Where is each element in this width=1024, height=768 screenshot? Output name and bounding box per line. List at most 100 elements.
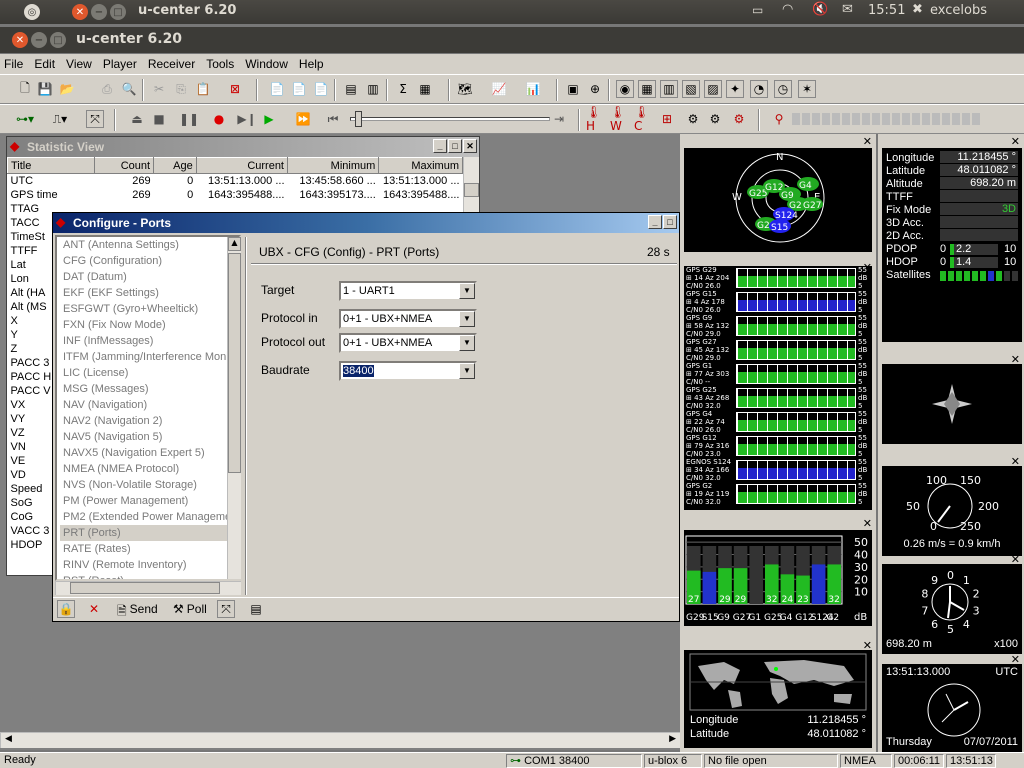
- list-item[interactable]: RINV (Remote Inventory): [60, 557, 239, 573]
- list-vscroll[interactable]: ▲: [227, 237, 241, 579]
- mdi-hscroll[interactable]: ◀ ▶: [0, 732, 680, 748]
- menu-edit[interactable]: Edit: [34, 57, 55, 71]
- menu-window[interactable]: Window: [245, 57, 288, 71]
- layout-icon[interactable]: ▤: [342, 80, 360, 98]
- clear-icon[interactable]: ⊠: [226, 80, 244, 98]
- column-header[interactable]: Age: [153, 157, 197, 174]
- close-icon[interactable]: ✕: [863, 517, 872, 530]
- list-item[interactable]: DAT (Datum): [60, 269, 239, 285]
- star-view-icon[interactable]: ✶: [798, 80, 816, 98]
- list-item[interactable]: ANT (Antenna Settings): [60, 237, 239, 253]
- column-header[interactable]: Title: [7, 157, 96, 174]
- close-icon[interactable]: ✕: [72, 4, 88, 20]
- gear3-icon[interactable]: ⚙: [730, 110, 748, 128]
- save-icon[interactable]: 💾: [36, 80, 54, 98]
- stop-icon[interactable]: ■: [150, 110, 168, 128]
- list-item[interactable]: MSG (Messages): [60, 381, 239, 397]
- dop-view-icon[interactable]: ▨: [704, 80, 722, 98]
- column-header[interactable]: Count: [94, 157, 155, 174]
- list-item[interactable]: NMEA (NMEA Protocol): [60, 461, 239, 477]
- app-close-icon[interactable]: ✕: [12, 32, 28, 48]
- pause-icon[interactable]: ❚❚: [179, 110, 199, 128]
- rewind-start-icon[interactable]: ⏮: [324, 110, 342, 128]
- layout2-icon[interactable]: ▥: [364, 80, 382, 98]
- copy-icon[interactable]: ⎘: [172, 80, 190, 98]
- print-icon[interactable]: ⎙: [98, 80, 116, 98]
- skip-end-icon[interactable]: ⇥: [550, 110, 568, 128]
- doc2-icon[interactable]: 📄: [290, 80, 308, 98]
- list-item[interactable]: NAV5 (Navigation 5): [60, 429, 239, 445]
- baudrate-select[interactable]: 38400 ▼: [339, 361, 477, 381]
- status-port[interactable]: ⊶ COM1 38400: [506, 754, 642, 768]
- menu-view[interactable]: View: [66, 57, 92, 71]
- list-item[interactable]: EKF (EKF Settings): [60, 285, 239, 301]
- warm-start-icon[interactable]: 🌡W: [610, 105, 628, 133]
- close-icon[interactable]: ✕: [863, 135, 872, 148]
- maximize-icon[interactable]: □: [110, 4, 126, 20]
- menu-help[interactable]: Help: [299, 57, 324, 71]
- volume-icon[interactable]: 🔇: [812, 2, 828, 17]
- bar-chart-icon[interactable]: 📊: [524, 80, 542, 98]
- splitter[interactable]: [245, 237, 247, 595]
- column-header[interactable]: Current: [195, 157, 289, 174]
- minimize-icon[interactable]: −: [91, 4, 107, 20]
- list-item[interactable]: PM2 (Extended Power Management): [60, 509, 239, 525]
- send-button[interactable]: 🗎 Send: [117, 602, 158, 623]
- list-item[interactable]: ESFGWT (Gyro+Wheeltick): [60, 301, 239, 317]
- baudrate-icon[interactable]: ⎍▾: [46, 110, 74, 128]
- gear1-icon[interactable]: ⚙: [684, 110, 702, 128]
- step-icon[interactable]: ▶❙: [237, 110, 256, 128]
- lock-icon[interactable]: 🔒: [57, 600, 75, 618]
- cut-icon[interactable]: ✂: [150, 80, 168, 98]
- open-icon[interactable]: 📂: [58, 80, 76, 98]
- clock-view-icon[interactable]: ◷: [774, 80, 792, 98]
- app-maximize-icon[interactable]: □: [50, 32, 66, 48]
- antenna-icon[interactable]: ⚲: [770, 110, 788, 128]
- menu-tools[interactable]: Tools: [206, 57, 234, 71]
- column-header[interactable]: Minimum: [286, 157, 380, 174]
- list-item[interactable]: RATE (Rates): [60, 541, 239, 557]
- sum-icon[interactable]: Σ: [394, 80, 412, 98]
- line-chart-icon[interactable]: 📈: [490, 80, 508, 98]
- cold-start-icon[interactable]: 🌡C: [634, 105, 652, 133]
- table-icon[interactable]: ▦: [416, 80, 434, 98]
- table-view-icon[interactable]: ▦: [638, 80, 656, 98]
- fast-forward-icon[interactable]: ⏩: [294, 110, 312, 128]
- clock[interactable]: 15:51: [868, 3, 905, 18]
- list-item[interactable]: CFG (Configuration): [60, 253, 239, 269]
- slider-thumb[interactable]: [355, 111, 362, 127]
- list-item[interactable]: NVS (Non-Volatile Storage): [60, 477, 239, 493]
- chart-view-icon[interactable]: ▥: [660, 80, 678, 98]
- paste-icon[interactable]: 📋: [194, 80, 212, 98]
- statistic-view-titlebar[interactable]: ◆ Statistic View _ □ ✕: [7, 137, 479, 157]
- docs-icon[interactable]: ▤: [247, 600, 265, 618]
- list-item[interactable]: NAV2 (Navigation 2): [60, 413, 239, 429]
- record-icon[interactable]: ●: [210, 110, 228, 128]
- play-icon[interactable]: ▶: [260, 110, 278, 128]
- list-item[interactable]: PM (Power Management): [60, 493, 239, 509]
- configure-titlebar[interactable]: ◆ Configure - Ports _ □: [53, 213, 679, 233]
- list-item[interactable]: FXN (Fix Now Mode): [60, 317, 239, 333]
- compass-view-icon[interactable]: ✦: [726, 80, 744, 98]
- app-minimize-icon[interactable]: −: [31, 32, 47, 48]
- user-name[interactable]: excelobs: [930, 3, 987, 18]
- list-item[interactable]: RST (Reset): [60, 573, 239, 579]
- list-item[interactable]: NAV (Navigation): [60, 397, 239, 413]
- monitor-icon[interactable]: ▣: [564, 80, 582, 98]
- advanced-icon[interactable]: ⤧: [217, 600, 235, 618]
- list-item[interactable]: PRT (Ports): [60, 525, 239, 541]
- autobaud-icon[interactable]: ⤧: [86, 110, 104, 128]
- close-icon[interactable]: ✕: [1011, 135, 1020, 148]
- doc3-icon[interactable]: 📄: [312, 80, 330, 98]
- minimize-button[interactable]: _: [433, 139, 447, 153]
- minimize-button[interactable]: _: [648, 215, 662, 229]
- menu-receiver[interactable]: Receiver: [148, 57, 195, 71]
- protocol-out-select[interactable]: 0+1 - UBX+NMEA ▼: [339, 333, 477, 353]
- ubuntu-logo-icon[interactable]: ◎: [24, 4, 40, 20]
- mail-icon[interactable]: ✉: [842, 2, 853, 17]
- table-row[interactable]: GPS time 269 0 1643:395488.... 1643:395173..…: [8, 188, 463, 202]
- connect-icon[interactable]: ⊶▾: [10, 110, 40, 128]
- revert-icon[interactable]: ✕: [85, 600, 103, 618]
- column-header[interactable]: Maximum: [378, 157, 463, 174]
- list-item[interactable]: LIC (License): [60, 365, 239, 381]
